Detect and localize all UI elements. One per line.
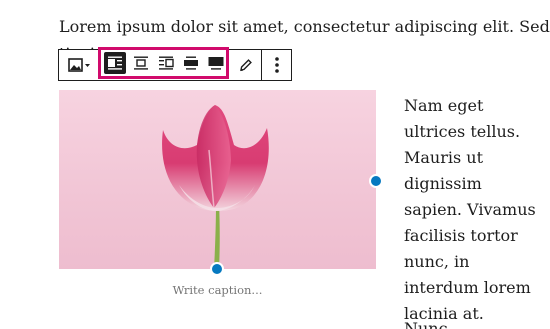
media-right-icon — [159, 56, 174, 70]
wide-width-icon — [184, 56, 198, 70]
paragraph-line: Mauris ut — [404, 148, 484, 167]
paragraph-line: interdum lorem — [404, 278, 531, 297]
resize-handle-bottom[interactable] — [210, 262, 224, 276]
paragraph-line-clipped: Nunc — [404, 319, 464, 329]
block-toolbar — [58, 47, 292, 81]
align-right-wrap-button[interactable] — [155, 52, 177, 74]
resize-handle-right[interactable] — [369, 174, 383, 188]
full-width-icon — [208, 57, 224, 70]
paragraph-line: nunc, in — [404, 252, 470, 271]
edit-button[interactable] — [231, 50, 261, 80]
full-width-button[interactable] — [205, 52, 227, 74]
caption-input[interactable]: Write caption... — [59, 283, 376, 297]
paragraph-line-1[interactable]: Lorem ipsum dolor sit amet, consectetur … — [59, 14, 550, 40]
paragraph-line: dignissim — [404, 174, 482, 193]
align-center-icon — [134, 56, 148, 70]
paragraph-line: ultrices tellus. — [404, 122, 521, 141]
pencil-icon — [240, 59, 252, 72]
alignment-group — [98, 47, 229, 79]
toolbar-divider — [261, 50, 262, 80]
paragraph-line: facilisis tortor — [404, 226, 518, 245]
tulip-image[interactable] — [59, 90, 376, 269]
image-block-button[interactable] — [60, 50, 98, 80]
media-left-icon — [108, 56, 122, 70]
vertical-ellipsis-icon — [275, 57, 279, 73]
tulip-illustration — [162, 105, 269, 269]
image-icon — [68, 58, 90, 72]
paragraph-line: sapien. Vivamus — [404, 200, 536, 219]
more-options-button[interactable] — [263, 50, 291, 80]
wide-width-button[interactable] — [180, 52, 202, 74]
paragraph-line: Nam eget — [404, 96, 484, 115]
align-center-button[interactable] — [130, 52, 152, 74]
wrapped-paragraph[interactable]: Nam eget ultrices tellus. Mauris ut dign… — [404, 93, 550, 327]
paragraph-line: Nunc — [404, 319, 448, 329]
align-left-wrap-button[interactable] — [104, 52, 126, 74]
